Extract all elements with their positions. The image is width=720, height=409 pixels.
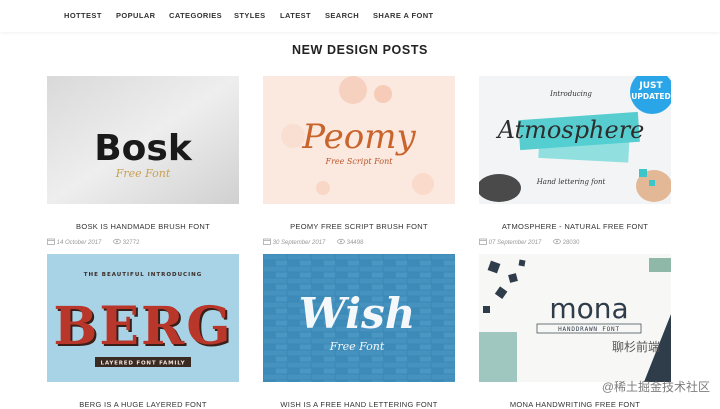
post-title[interactable]: ATMOSPHERE - NATURAL FREE FONT	[479, 222, 671, 231]
post-date: 07 September 2017	[488, 240, 542, 246]
post-title[interactable]: BOSK IS HANDMADE BRUSH FONT	[47, 222, 239, 231]
post-meta: 14 October 2017 32772	[47, 238, 239, 246]
top-navigation: HOTTEST POPULAR CATEGORIES STYLES LATEST…	[0, 0, 720, 32]
svg-text:THE BEAUTIFUL INTRODUCING: THE BEAUTIFUL INTRODUCING	[84, 272, 203, 278]
atmosphere-artwork: Introducing Atmosphere Hand lettering fo…	[479, 76, 671, 204]
wish-artwork: Wish Free Font	[263, 254, 455, 382]
nav-categories[interactable]: CATEGORIES	[169, 11, 222, 20]
svg-text:HANDDRAWN FONT: HANDDRAWN FONT	[558, 326, 620, 333]
svg-text:Wish: Wish	[299, 289, 416, 338]
bosk-artwork: Bosk Free Font	[47, 76, 239, 204]
post-thumbnail[interactable]: mona HANDDRAWN FONT	[479, 254, 671, 382]
post-title[interactable]: MONA HANDWRITING FREE FONT	[479, 400, 671, 409]
mona-artwork: mona HANDDRAWN FONT	[479, 254, 671, 382]
svg-text:Hand lettering font: Hand lettering font	[536, 178, 606, 186]
post-date: 30 September 2017	[272, 240, 326, 246]
svg-text:Free Font: Free Font	[329, 340, 385, 353]
nav-search[interactable]: SEARCH	[325, 11, 359, 20]
peomy-artwork: Peomy Free Script Font	[263, 76, 455, 204]
post-thumbnail[interactable]: Bosk Free Font	[47, 76, 239, 204]
post-thumbnail[interactable]: Wish Free Font	[263, 254, 455, 382]
post-date: 14 October 2017	[56, 240, 102, 246]
nav-latest[interactable]: LATEST	[280, 11, 311, 20]
section-title: NEW DESIGN POSTS	[291, 43, 428, 57]
post-views: 32772	[122, 240, 140, 246]
eye-icon	[337, 238, 345, 245]
svg-text:Peomy: Peomy	[301, 117, 416, 157]
post-thumbnail[interactable]: Peomy Free Script Font	[263, 76, 455, 204]
calendar-icon	[479, 238, 487, 245]
svg-text:Introducing: Introducing	[549, 90, 592, 98]
post-title[interactable]: WISH IS A FREE HAND LETTERING FONT	[263, 400, 455, 409]
nav-share-a-font[interactable]: SHARE A FONT	[373, 11, 434, 20]
watermark: @稀土掘金技术社区	[601, 380, 710, 394]
svg-text:UPDATED: UPDATED	[631, 92, 671, 101]
svg-text:BERG: BERG	[53, 296, 232, 357]
post-thumbnail[interactable]: Introducing Atmosphere Hand lettering fo…	[479, 76, 671, 204]
svg-text:Bosk: Bosk	[94, 128, 193, 169]
post-meta: 07 September 2017 28030	[479, 238, 671, 246]
post-views: 34498	[346, 240, 364, 246]
svg-text:Free Script Font: Free Script Font	[325, 157, 394, 166]
nav-popular[interactable]: POPULAR	[116, 11, 155, 20]
post-thumbnail[interactable]: THE BEAUTIFUL INTRODUCING BERG BERG LAYE…	[47, 254, 239, 382]
berg-artwork: THE BEAUTIFUL INTRODUCING BERG BERG LAYE…	[47, 254, 239, 382]
wechat-account-label: 聊杉前端	[612, 340, 661, 354]
calendar-icon	[263, 238, 271, 245]
svg-text:mona: mona	[549, 292, 628, 325]
svg-text:Free Font: Free Font	[115, 167, 171, 180]
svg-text:JUST: JUST	[638, 81, 663, 91]
nav-styles[interactable]: STYLES	[234, 11, 266, 20]
svg-text:LAYERED FONT FAMILY: LAYERED FONT FAMILY	[101, 361, 186, 367]
svg-text:Atmosphere: Atmosphere	[496, 116, 645, 144]
calendar-icon	[47, 238, 55, 245]
post-meta: 30 September 2017 34498	[263, 238, 455, 246]
post-title[interactable]: PEOMY FREE SCRIPT BRUSH FONT	[263, 222, 455, 231]
post-views: 28030	[562, 240, 580, 246]
eye-icon	[113, 238, 121, 245]
nav-hottest[interactable]: HOTTEST	[64, 11, 102, 20]
eye-icon	[553, 238, 561, 245]
post-title[interactable]: BERG IS A HUGE LAYERED FONT	[47, 400, 239, 409]
